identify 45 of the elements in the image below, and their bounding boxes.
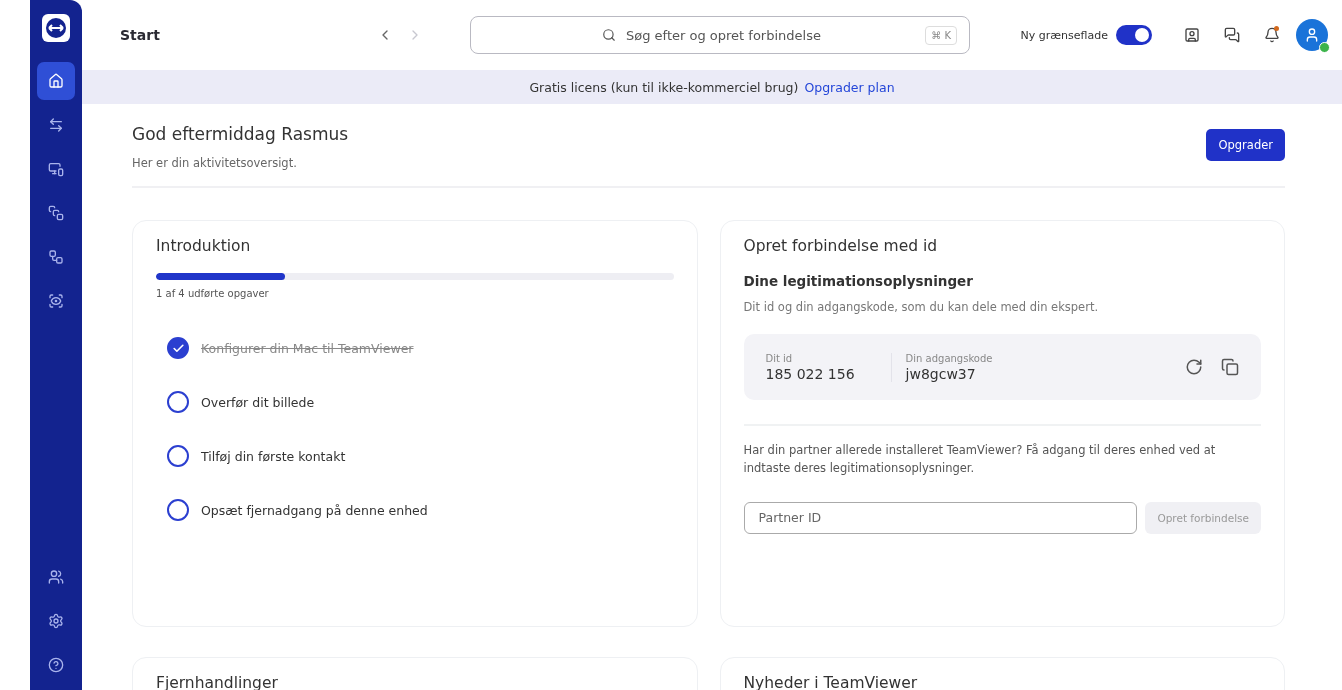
people-icon [48, 569, 64, 585]
new-ui-toggle[interactable] [1116, 25, 1152, 45]
upgrade-plan-link[interactable]: Opgrader plan [804, 79, 895, 95]
section-title: Dine legitimationsoplysninger [743, 273, 974, 289]
toggle-label: Ny grænseflade [1020, 28, 1108, 42]
shortcut-hint: ⌘ K [925, 25, 957, 45]
card-title: Opret forbindelse med id [743, 237, 939, 255]
license-text: Gratis licens (kun til ikke-kommerciel brug) [529, 79, 799, 95]
user-avatar[interactable] [1296, 19, 1328, 51]
task-label: Konfigurer din Mac til TeamViewer [201, 340, 414, 356]
search-field[interactable]: Søg efter og opret forbindelse ⌘ K [470, 16, 970, 54]
scan-icon [48, 293, 64, 309]
copy-icon[interactable] [1221, 358, 1239, 377]
task-checkbox[interactable] [167, 337, 189, 359]
progress-caption: 1 af 4 udførte opgaver [156, 288, 270, 299]
refresh-icon[interactable] [1185, 358, 1203, 377]
arrows-icon [48, 117, 64, 133]
help-icon [48, 657, 64, 673]
task-label: Opsæt fjernadgang på denne enhed [201, 502, 428, 518]
home-icon [48, 73, 64, 89]
credential-label: Dit id [765, 352, 794, 364]
stack-icon [48, 205, 64, 221]
task-checkbox[interactable] [167, 499, 189, 521]
credential-value: jw8gcw37 [905, 365, 977, 382]
greeting-subtitle: Her er din aktivitetsoversigt. [132, 156, 298, 170]
settings-icon [48, 613, 64, 629]
partner-description: Har din partner allerede installeret TeamViewer? Få adgang til deres enhed ved at indtaste deres legitimationsoplysninger. [743, 442, 1217, 478]
greeting-title: God eftermiddag Rasmus [132, 124, 349, 144]
check-icon [171, 341, 185, 355]
credential-label: Din adgangskode [905, 352, 993, 364]
partner-id-field[interactable]: Partner ID [743, 501, 1138, 534]
search-icon [602, 28, 616, 42]
logo-icon[interactable] [42, 14, 70, 42]
workflow-icon [48, 249, 64, 265]
task-label: Tilføj din første kontakt [201, 448, 346, 464]
task-checkbox[interactable] [167, 391, 189, 413]
section-description: Dit id og din adgangskode, som du kan dele med din ekspert. [743, 299, 1100, 316]
page-title: Start [120, 27, 161, 43]
credential-value: 185 022 156 [765, 365, 855, 382]
task-checkbox[interactable] [167, 445, 189, 467]
upgrade-button[interactable]: Opgrader [1206, 129, 1285, 161]
sidebar-item[interactable] [37, 62, 75, 100]
card-title: Introduktion [156, 237, 252, 255]
devices-icon [48, 161, 64, 177]
task-label: Overfør dit billede [201, 394, 315, 410]
